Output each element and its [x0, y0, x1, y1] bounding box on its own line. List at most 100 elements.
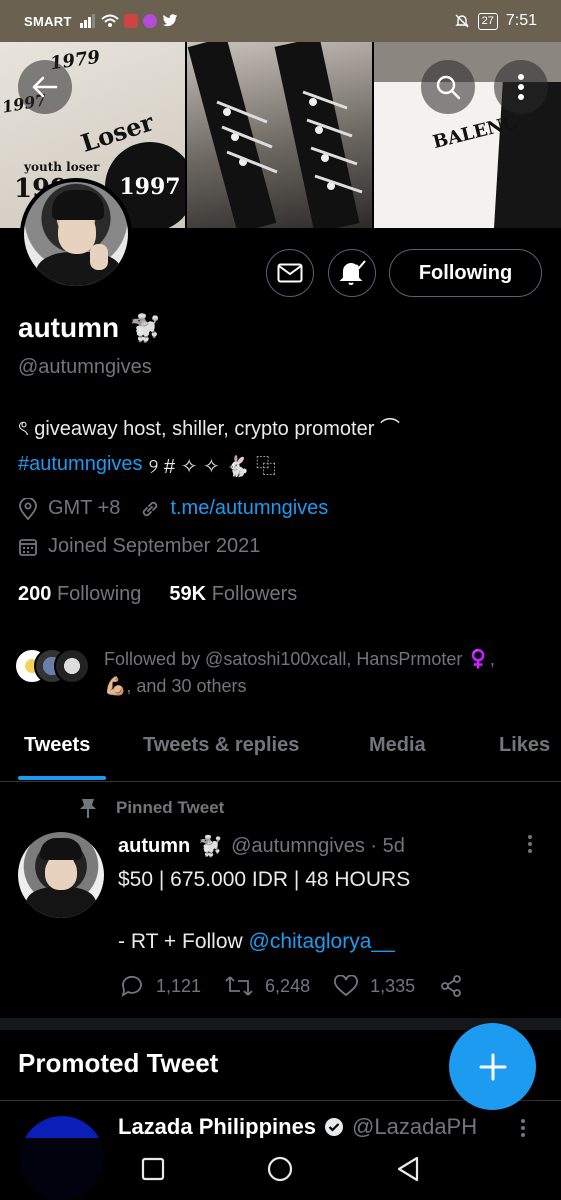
tweet-author-avatar[interactable] [18, 832, 104, 918]
heart-icon [334, 975, 359, 997]
retweet-action[interactable]: 6,248 [225, 974, 310, 998]
back-arrow-icon [32, 76, 58, 98]
following-count: 200 [18, 583, 52, 605]
banner-text-youth-loser: youth loser [24, 160, 100, 174]
recent-apps-button[interactable] [141, 1157, 165, 1181]
website-link[interactable]: t.me/autumngives [170, 497, 328, 520]
followed-by-line-2: 💪🏼, and 30 others [104, 676, 247, 696]
followed-by-text: Followed by @satoshi100xcall, HansPrmote… [104, 646, 495, 700]
verified-badge-icon [325, 1118, 344, 1136]
retweet-count: 6,248 [265, 975, 311, 996]
followed-by-line-1: Followed by @satoshi100xcall, HansPrmote… [104, 649, 495, 669]
search-icon [436, 75, 461, 100]
profile-avatar[interactable] [20, 178, 132, 290]
search-button[interactable] [421, 60, 475, 114]
followed-by-avatars [14, 646, 94, 686]
tweet-text-line-2: - RT + Follow @chitaglorya__ [118, 930, 395, 954]
reply-count: 1,121 [156, 975, 202, 996]
promoted-tweet-header: Lazada Philippines @LazadaPH [118, 1114, 477, 1140]
tweet-handle-time: @autumngives · 5d [231, 835, 405, 857]
app-notification-icon [123, 14, 138, 28]
location-text: GMT +8 [48, 497, 121, 519]
back-button[interactable] [18, 60, 72, 114]
sneaker-illustration [188, 42, 363, 228]
pinned-tweet-label: Pinned Tweet [78, 797, 224, 819]
more-vertical-icon [528, 835, 532, 853]
banner-panel-sneakers [187, 42, 372, 228]
tab-tweets-replies[interactable]: Tweets & replies [143, 720, 299, 771]
share-action[interactable] [439, 974, 463, 998]
reply-action[interactable]: 1,121 [120, 974, 201, 998]
home-button[interactable] [266, 1155, 294, 1183]
banner-text-1997: 1997 [119, 174, 181, 200]
twitter-bird-icon [162, 14, 178, 27]
mute-bell-icon [454, 14, 469, 28]
calendar-icon [19, 538, 37, 556]
like-action[interactable]: 1,335 [334, 974, 415, 998]
more-options-button[interactable] [494, 60, 548, 114]
display-name-text: autumn [18, 312, 120, 343]
follower-avatar [54, 648, 90, 684]
tweet-more-button[interactable] [520, 834, 540, 854]
system-back-button[interactable] [396, 1156, 420, 1182]
promoted-author-handle: @LazadaPH [352, 1114, 478, 1139]
poodle-emoji: 🐩 [129, 312, 162, 343]
tab-tweets[interactable]: Tweets [24, 720, 90, 771]
tweet-author-name[interactable]: autumn [118, 835, 190, 858]
tweet-text-line-1: $50 | 675.000 IDR | 48 HOURS [118, 868, 411, 891]
followers-count-link[interactable]: 59K Followers [169, 583, 297, 606]
tweet-text-line-2-prefix: - RT + Follow [118, 930, 249, 953]
following-label: Following [56, 583, 142, 605]
location-pin-icon [19, 497, 37, 520]
profile-meta-location-website: GMT +8 t.me/autumngives [18, 497, 328, 520]
hashtag-link[interactable]: #autumngives [18, 453, 143, 476]
reply-icon [121, 975, 142, 997]
clock: 7:51 [505, 12, 537, 29]
followers-count: 59K [169, 583, 207, 605]
status-icons [79, 14, 178, 28]
profile-tabs: Tweets Tweets & replies Media Likes [0, 720, 561, 782]
notifications-button[interactable] [328, 249, 376, 297]
joined-text: Joined September 2021 [48, 535, 261, 557]
follow-counts: 200 Following 59K Followers [18, 583, 297, 606]
carrier-label: SMART [24, 13, 72, 29]
signal-icon [79, 14, 95, 28]
promoted-tweet-heading: Promoted Tweet [18, 1048, 219, 1078]
active-tab-indicator [18, 776, 106, 780]
message-button[interactable] [266, 249, 314, 297]
system-navigation-bar [0, 1138, 561, 1200]
plus-icon [479, 1053, 506, 1080]
tab-media[interactable]: Media [369, 720, 426, 771]
tweet-author-emoji: 🐩 [198, 836, 224, 858]
more-vertical-icon [521, 1119, 525, 1137]
pinned-tweet-text: Pinned Tweet [116, 798, 225, 817]
bell-check-icon [339, 260, 366, 285]
more-vertical-icon [518, 74, 524, 100]
battery-icon: 27 [477, 12, 498, 30]
display-name: autumn 🐩 [18, 312, 161, 344]
followed-by[interactable]: Followed by @satoshi100xcall, HansPrmote… [14, 646, 554, 700]
wifi-icon [101, 14, 119, 27]
picsart-icon [142, 14, 157, 28]
tweet-mention-link[interactable]: @chitaglorya__ [249, 930, 395, 953]
followers-label: Followers [211, 583, 298, 605]
profile-meta-joined: Joined September 2021 [18, 535, 260, 558]
promoted-author-name[interactable]: Lazada Philippines [118, 1114, 316, 1140]
like-count: 1,335 [370, 975, 416, 996]
following-count-link[interactable]: 200 Following [18, 583, 141, 606]
following-button[interactable]: Following [389, 249, 542, 297]
retweet-icon [225, 976, 253, 996]
profile-handle: @autumngives [18, 356, 152, 378]
bio-line-2-symbols: ୨ # ✧ ✧ 🐇 ⿻ [148, 456, 276, 478]
tab-likes[interactable]: Likes [499, 720, 550, 771]
bio-line-1: ৎ giveaway host, shiller, crypto promote… [18, 418, 400, 440]
tweet-header: autumn 🐩 @autumngives · 5d [118, 834, 405, 859]
share-icon [441, 975, 462, 997]
compose-tweet-button[interactable] [449, 1023, 536, 1110]
status-bar: SMART 27 7:51 [0, 0, 561, 42]
link-icon [143, 501, 158, 516]
pin-icon [80, 799, 96, 818]
tweet-actions: 1,121 6,248 1,335 [120, 974, 463, 998]
bio-line-2: #autumngives ୨ # ✧ ✧ 🐇 ⿻ [18, 450, 276, 479]
mail-icon [277, 263, 303, 283]
